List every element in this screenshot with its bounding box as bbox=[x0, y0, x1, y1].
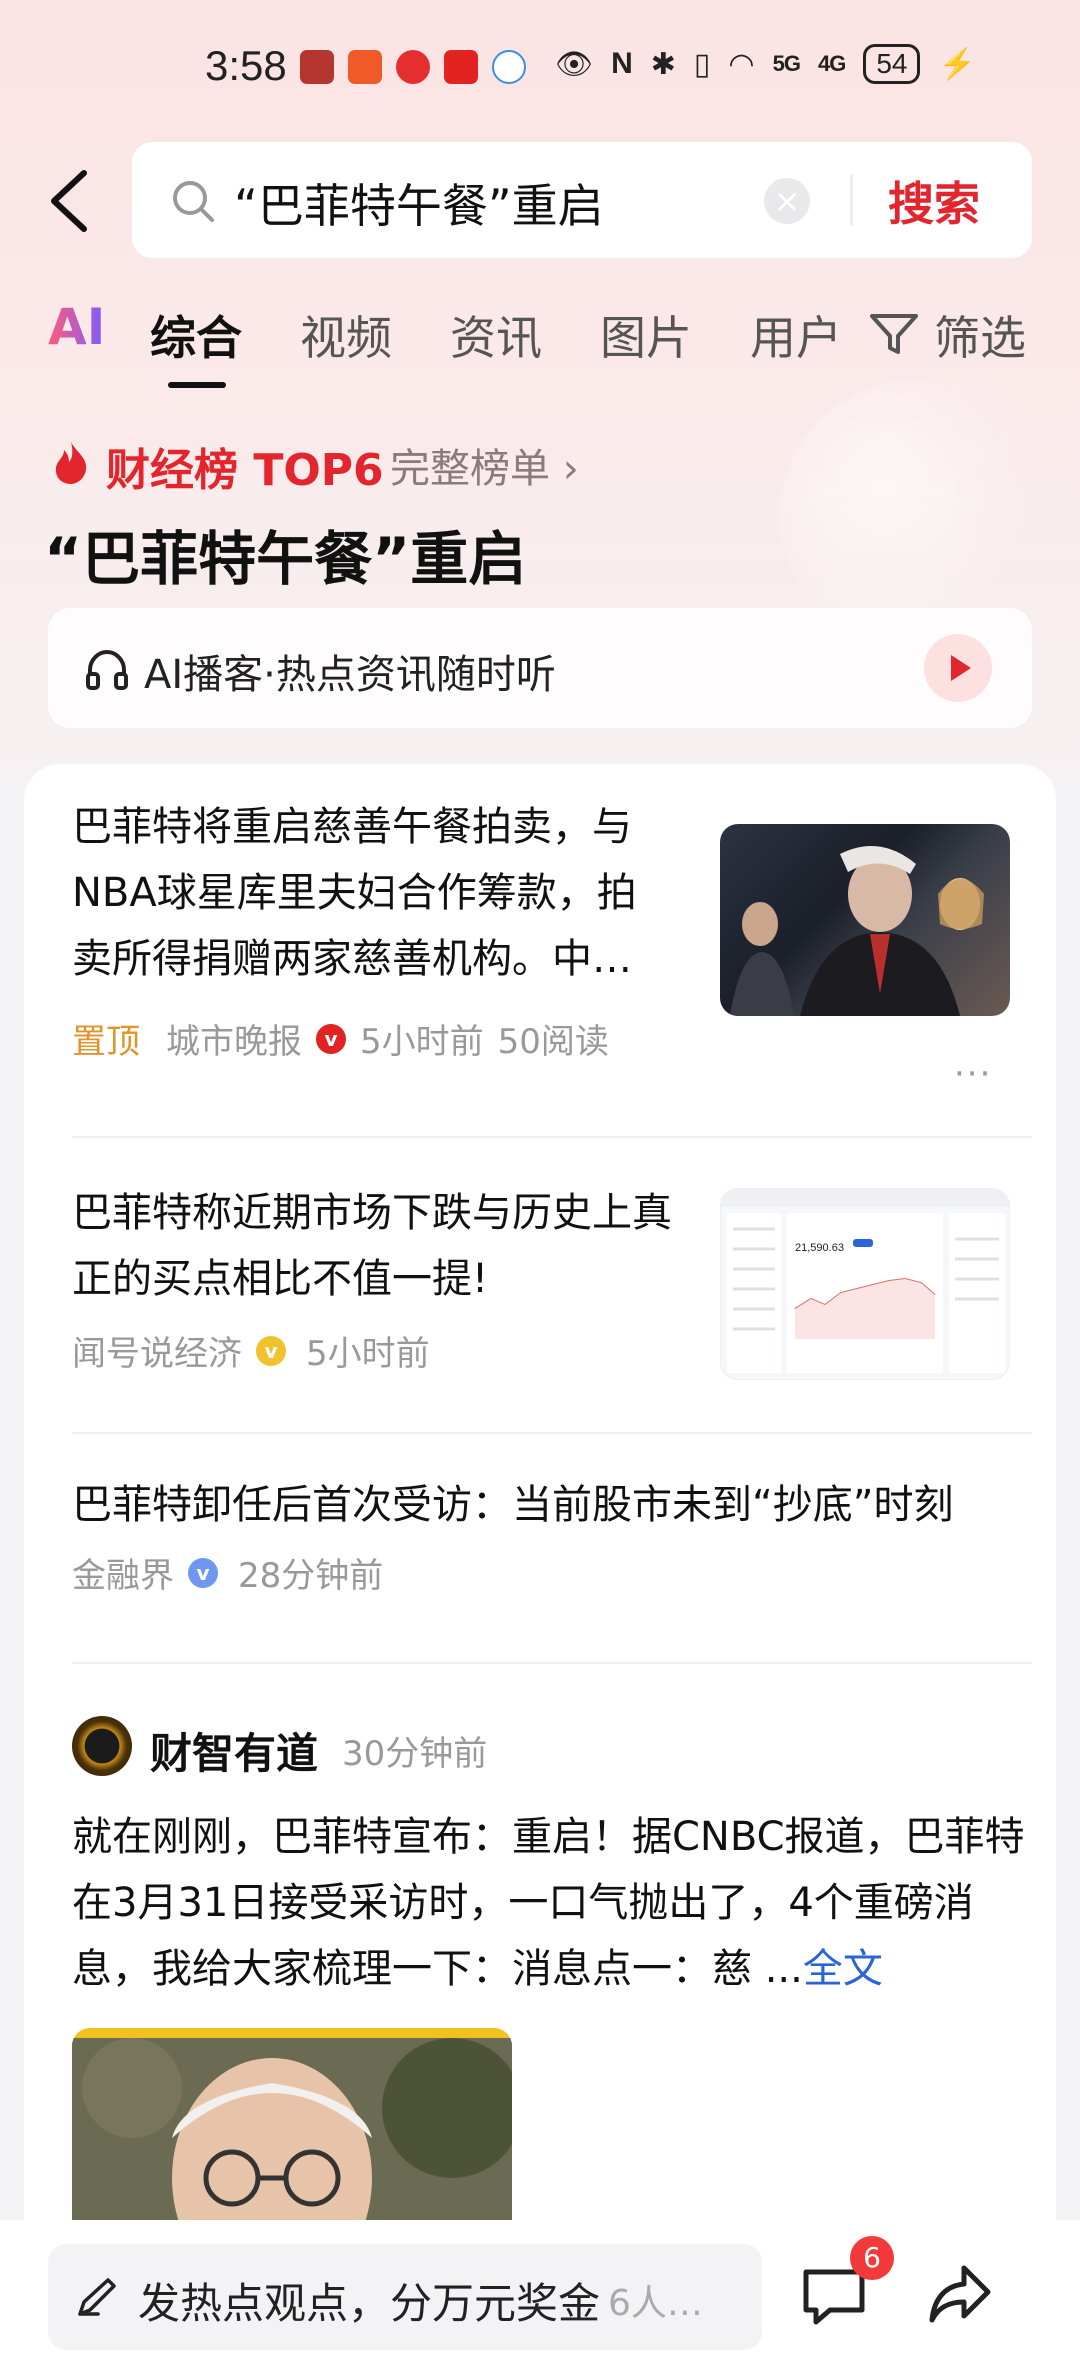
wifi-icon: ◠ bbox=[728, 47, 755, 81]
share-icon[interactable] bbox=[926, 2262, 994, 2326]
news-thumbnail[interactable] bbox=[720, 824, 1010, 1016]
news-source[interactable]: 城市晚报 bbox=[166, 1014, 302, 1063]
tab-ai[interactable]: AI bbox=[48, 298, 105, 356]
comment-count-badge: 6 bbox=[850, 2236, 894, 2280]
comment-placeholder: 发热点观点，分万元奖金 bbox=[138, 2279, 601, 2328]
status-time: 3:58 bbox=[205, 42, 287, 89]
full-list-link[interactable]: 完整榜单 › bbox=[390, 436, 579, 494]
search-input[interactable]: “巴菲特午餐”重启 bbox=[234, 170, 604, 236]
search-bar[interactable]: “巴菲特午餐”重启 × 搜索 bbox=[132, 142, 1032, 258]
result-feed: 巴菲特将重启慈善午餐拍卖，与NBA球星库里夫妇合作筹款，拍卖所得捐赠两家慈善机构… bbox=[24, 764, 1056, 2264]
verified-blue-icon: v bbox=[188, 1557, 218, 1588]
app-notification-icon bbox=[492, 50, 526, 84]
tab-comprehensive[interactable]: 综合 bbox=[150, 302, 242, 368]
divider bbox=[72, 1662, 1032, 1664]
news-title[interactable]: 巴菲特称近期市场下跌与历史上真正的买点相比不值一提! bbox=[72, 1180, 672, 1312]
author-name[interactable]: 财智有道 bbox=[150, 1720, 318, 1781]
stock-chart-image: 21,590.63 bbox=[721, 1189, 1009, 1373]
hot-list-title[interactable]: 财经榜 TOP6 bbox=[106, 434, 384, 498]
comment-input[interactable]: 发热点观点，分万元奖金 6人… bbox=[48, 2244, 762, 2350]
news-reads: 50阅读 bbox=[497, 1022, 609, 1062]
nfc-icon: N bbox=[611, 47, 633, 80]
author-avatar[interactable] bbox=[72, 1716, 132, 1776]
podcast-label: AI播客·热点资讯随时听 bbox=[144, 652, 556, 698]
vibrate-icon: ▯ bbox=[693, 47, 711, 81]
verified-red-icon: v bbox=[316, 1023, 346, 1054]
search-button[interactable]: 搜索 bbox=[888, 168, 980, 234]
tab-images[interactable]: 图片 bbox=[600, 302, 692, 368]
pen-icon bbox=[78, 2278, 116, 2316]
participant-count: 6人… bbox=[608, 2283, 703, 2324]
tab-news[interactable]: 资讯 bbox=[450, 302, 542, 368]
pinned-tag: 置顶 bbox=[72, 1022, 140, 1062]
news-title[interactable]: 巴菲特卸任后首次受访：当前股市未到“抄底”时刻 bbox=[72, 1472, 1032, 1538]
signal-4g-icon: 4G bbox=[817, 51, 846, 76]
active-tab-indicator bbox=[168, 382, 226, 388]
clear-icon[interactable]: × bbox=[764, 178, 810, 224]
system-icons: 👁 N ✱ ▯ ◠ 5G 4G 54 ⚡ bbox=[555, 44, 976, 84]
divider bbox=[72, 1136, 1032, 1138]
app-notification-icon bbox=[300, 50, 334, 84]
buffett-photo-image bbox=[730, 846, 984, 1016]
news-time: 5小时前 bbox=[360, 1022, 484, 1062]
app-notification-icon bbox=[396, 50, 430, 84]
eye-icon: 👁 bbox=[555, 47, 594, 81]
news-time: 28分钟前 bbox=[238, 1556, 384, 1596]
play-button[interactable] bbox=[924, 634, 992, 702]
news-source[interactable]: 闻号说经济 bbox=[72, 1326, 242, 1375]
battery-icon: 54 bbox=[863, 44, 921, 84]
charging-icon: ⚡ bbox=[938, 47, 976, 81]
flame-decoration bbox=[780, 380, 1040, 640]
ai-podcast-bar[interactable]: AI播客·热点资讯随时听 bbox=[48, 608, 1032, 728]
news-meta: 金融界 v 28分钟前 bbox=[72, 1548, 1032, 1597]
post-body[interactable]: 就在刚刚，巴菲特宣布：重启！据CNBC报道，巴菲特在3月31日接受采访时，一口气… bbox=[72, 1804, 1032, 2002]
more-options-icon[interactable]: ··· bbox=[954, 1054, 992, 1094]
news-source[interactable]: 金融界 bbox=[72, 1548, 174, 1597]
fire-icon bbox=[55, 442, 87, 484]
tab-filter[interactable]: 筛选 bbox=[934, 302, 1026, 368]
news-time: 5小时前 bbox=[306, 1334, 430, 1374]
post-time: 30分钟前 bbox=[342, 1734, 488, 1774]
tab-users[interactable]: 用户 bbox=[750, 302, 842, 368]
notification-icons bbox=[300, 50, 526, 84]
search-icon bbox=[173, 181, 214, 222]
filter-icon[interactable] bbox=[868, 308, 920, 360]
bottom-bar: 发热点观点，分万元奖金 6人… 6 bbox=[0, 2220, 1080, 2376]
verified-yellow-icon: v bbox=[256, 1335, 286, 1366]
topic-title: “巴菲特午餐”重启 bbox=[44, 525, 527, 593]
status-bar: 3:58 👁 N ✱ ▯ ◠ 5G 4G 54 ⚡ bbox=[0, 0, 1080, 140]
news-thumbnail[interactable]: 21,590.63 bbox=[720, 1188, 1010, 1380]
full-text-link[interactable]: 全文 bbox=[803, 1946, 883, 1992]
back-icon[interactable] bbox=[40, 165, 100, 237]
news-meta: 置顶 城市晚报 v 5小时前 50阅读 bbox=[72, 1014, 1032, 1063]
tab-video[interactable]: 视频 bbox=[300, 302, 392, 368]
tab-bar: AI 综合 视频 资讯 图片 用户 筛选 bbox=[0, 290, 1080, 400]
app-notification-icon bbox=[348, 50, 382, 84]
app-notification-icon bbox=[444, 50, 478, 84]
search-divider bbox=[850, 174, 853, 226]
news-item[interactable]: 巴菲特卸任后首次受访：当前股市未到“抄底”时刻 金融界 v 28分钟前 bbox=[72, 1472, 1032, 1597]
divider bbox=[72, 1432, 1032, 1434]
news-title[interactable]: 巴菲特将重启慈善午餐拍卖，与NBA球星库里夫妇合作筹款，拍卖所得捐赠两家慈善机构… bbox=[72, 794, 672, 992]
bluetooth-icon: ✱ bbox=[650, 47, 676, 81]
headphone-icon bbox=[86, 649, 128, 690]
stock-value: 21,590.63 bbox=[795, 1242, 844, 1254]
signal-5g-icon: 5G bbox=[772, 51, 801, 76]
